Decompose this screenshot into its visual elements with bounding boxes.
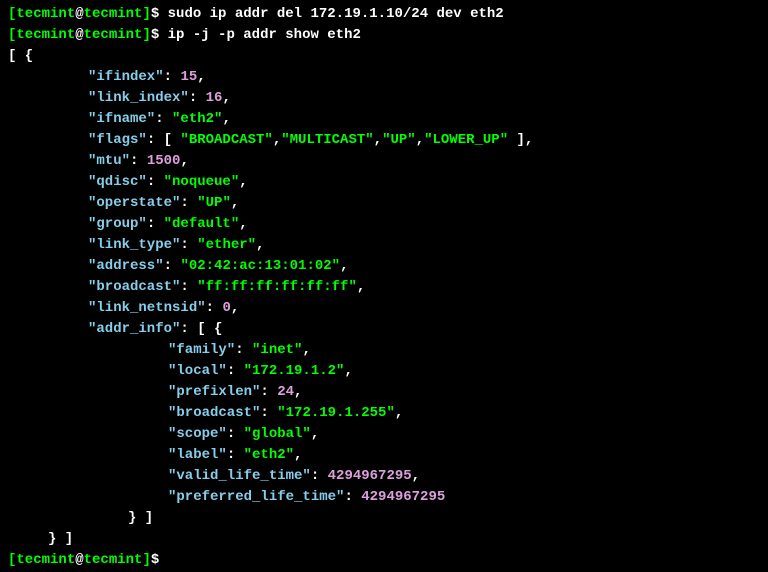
dollar: $ bbox=[151, 6, 159, 22]
json-key: "broadcast" bbox=[88, 279, 180, 295]
json-key: "link_index" bbox=[88, 90, 189, 106]
json-line: "scope": "global", bbox=[8, 424, 760, 445]
command-1[interactable]: sudo ip addr del 172.19.1.10/24 dev eth2 bbox=[159, 6, 503, 22]
prompt-line-3: [tecmint@tecmint]$ bbox=[8, 550, 760, 571]
json-key: "broadcast" bbox=[168, 405, 260, 421]
command-2[interactable]: ip -j -p addr show eth2 bbox=[159, 27, 361, 43]
json-line: "ifname": "eth2", bbox=[8, 109, 760, 130]
json-string: "UP" bbox=[382, 132, 416, 148]
json-string: "LOWER_UP" bbox=[424, 132, 508, 148]
json-key: "group" bbox=[88, 216, 147, 232]
json-value: "eth2" bbox=[172, 111, 222, 127]
json-line: "local": "172.19.1.2", bbox=[8, 361, 760, 382]
json-key: "family" bbox=[168, 342, 235, 358]
json-key: "addr_info" bbox=[88, 321, 180, 337]
json-line: "qdisc": "noqueue", bbox=[8, 172, 760, 193]
json-key: "scope" bbox=[168, 426, 227, 442]
json-value: "172.19.1.255" bbox=[277, 405, 395, 421]
bracket-close: ] bbox=[142, 552, 150, 568]
json-line: "flags": [ "BROADCAST","MULTICAST","UP",… bbox=[8, 130, 760, 151]
json-line: "label": "eth2", bbox=[8, 445, 760, 466]
at-sign: @ bbox=[75, 27, 83, 43]
json-key: "ifindex" bbox=[88, 69, 164, 85]
json-key: "preferred_life_time" bbox=[168, 489, 344, 505]
json-value: "global" bbox=[244, 426, 311, 442]
bracket-close: ] bbox=[142, 6, 150, 22]
json-key: "valid_life_time" bbox=[168, 468, 311, 484]
json-line: } ] bbox=[8, 529, 760, 550]
bracket-close: ] bbox=[142, 27, 150, 43]
json-key: "link_type" bbox=[88, 237, 180, 253]
host: tecmint bbox=[84, 27, 143, 43]
json-close: } ] bbox=[48, 531, 73, 547]
prompt-line-2: [tecmint@tecmint]$ ip -j -p addr show et… bbox=[8, 25, 760, 46]
json-value: "inet" bbox=[252, 342, 302, 358]
json-value: "172.19.1.2" bbox=[244, 363, 345, 379]
json-key: "link_netnsid" bbox=[88, 300, 206, 316]
json-value: "default" bbox=[164, 216, 240, 232]
json-key: "prefixlen" bbox=[168, 384, 260, 400]
json-body: "ifindex": 15,"link_index": 16,"ifname":… bbox=[8, 67, 760, 550]
json-value: "noqueue" bbox=[164, 174, 240, 190]
json-line: } ] bbox=[8, 508, 760, 529]
json-value: "eth2" bbox=[244, 447, 294, 463]
json-line: "prefixlen": 24, bbox=[8, 382, 760, 403]
json-string: "MULTICAST" bbox=[281, 132, 373, 148]
json-value: 0 bbox=[222, 300, 230, 316]
json-line: "group": "default", bbox=[8, 214, 760, 235]
json-value: 4294967295 bbox=[328, 468, 412, 484]
json-line: "ifindex": 15, bbox=[8, 67, 760, 88]
user: tecmint bbox=[16, 27, 75, 43]
json-key: "operstate" bbox=[88, 195, 180, 211]
json-string: "BROADCAST" bbox=[180, 132, 272, 148]
json-line: "broadcast": "172.19.1.255", bbox=[8, 403, 760, 424]
dollar: $ bbox=[151, 27, 159, 43]
json-value: "ether" bbox=[197, 237, 256, 253]
json-close: } ] bbox=[128, 510, 153, 526]
json-key: "label" bbox=[168, 447, 227, 463]
json-line: "broadcast": "ff:ff:ff:ff:ff:ff", bbox=[8, 277, 760, 298]
json-key: "mtu" bbox=[88, 153, 130, 169]
json-value: 4294967295 bbox=[361, 489, 445, 505]
json-line: "family": "inet", bbox=[8, 340, 760, 361]
json-line: "operstate": "UP", bbox=[8, 193, 760, 214]
json-open: [ { bbox=[8, 46, 760, 67]
json-key: "ifname" bbox=[88, 111, 155, 127]
prompt-line-1: [tecmint@tecmint]$ sudo ip addr del 172.… bbox=[8, 4, 760, 25]
json-line: "link_index": 16, bbox=[8, 88, 760, 109]
json-key: "flags" bbox=[88, 132, 147, 148]
json-line: "address": "02:42:ac:13:01:02", bbox=[8, 256, 760, 277]
json-value: 15 bbox=[180, 69, 197, 85]
json-key: "local" bbox=[168, 363, 227, 379]
at-sign: @ bbox=[75, 6, 83, 22]
json-line: "link_type": "ether", bbox=[8, 235, 760, 256]
json-line: "link_netnsid": 0, bbox=[8, 298, 760, 319]
json-key: "qdisc" bbox=[88, 174, 147, 190]
host: tecmint bbox=[84, 6, 143, 22]
json-value: 24 bbox=[277, 384, 294, 400]
dollar: $ bbox=[151, 552, 159, 568]
json-value: "02:42:ac:13:01:02" bbox=[180, 258, 340, 274]
json-line: "addr_info": [ { bbox=[8, 319, 760, 340]
user: tecmint bbox=[16, 6, 75, 22]
json-value: 1500 bbox=[147, 153, 181, 169]
json-value: "ff:ff:ff:ff:ff:ff" bbox=[197, 279, 357, 295]
user: tecmint bbox=[16, 552, 75, 568]
json-key: "address" bbox=[88, 258, 164, 274]
host: tecmint bbox=[84, 552, 143, 568]
json-value: 16 bbox=[206, 90, 223, 106]
json-line: "preferred_life_time": 4294967295 bbox=[8, 487, 760, 508]
json-line: "valid_life_time": 4294967295, bbox=[8, 466, 760, 487]
json-line: "mtu": 1500, bbox=[8, 151, 760, 172]
at-sign: @ bbox=[75, 552, 83, 568]
json-value: "UP" bbox=[197, 195, 231, 211]
